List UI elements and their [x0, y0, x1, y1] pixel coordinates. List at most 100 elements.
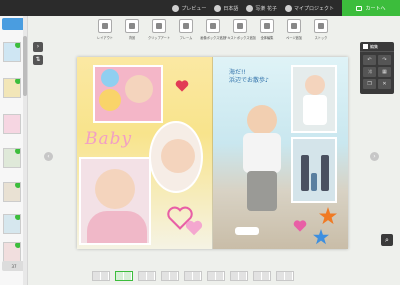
check-badge-icon	[15, 215, 20, 220]
swap-icon[interactable]: ⇅	[33, 55, 43, 65]
baby-title-text[interactable]: Baby	[85, 129, 132, 149]
check-badge-icon	[15, 79, 20, 84]
tool-frame[interactable]: フレーム	[173, 17, 199, 45]
sidebar-scrollbar[interactable]	[23, 16, 27, 285]
child-pants	[247, 171, 277, 211]
delete-button[interactable]: ✕	[378, 79, 391, 89]
user-menu[interactable]: 写楽 花子	[246, 4, 277, 12]
frame-icon	[179, 19, 193, 33]
spread-thumbnail[interactable]	[276, 271, 294, 281]
caption-line: 海だ!!	[229, 69, 246, 76]
photo-frame[interactable]	[93, 65, 163, 123]
page-thumbnail[interactable]	[3, 242, 21, 262]
stock-icon	[314, 19, 328, 33]
sidebar-toggle-controls: › ⇅	[33, 42, 43, 68]
page-thumbnail[interactable]	[3, 114, 21, 134]
child-shirt	[303, 95, 327, 125]
user-label: 写楽 花子	[255, 5, 277, 12]
right-page[interactable]: 海だ!! 浜辺でお散歩♪	[213, 57, 348, 249]
copy-button[interactable]: ❐	[363, 79, 376, 89]
tool-label: クリップアート	[147, 36, 171, 40]
spread-thumbnail[interactable]	[184, 271, 202, 281]
prev-page-arrow[interactable]: ‹	[44, 152, 53, 161]
check-badge-icon	[15, 243, 20, 248]
scrollbar-knob[interactable]	[23, 36, 27, 96]
tool-add-image[interactable]: 画像ボックス追加	[200, 17, 226, 45]
star-icon	[319, 207, 337, 225]
help-icon	[284, 4, 292, 12]
zoom-button[interactable]: ⌕	[381, 234, 393, 246]
page-thumbnail[interactable]	[3, 148, 21, 168]
album-spread: Baby 海だ!! 浜辺でお散歩♪	[77, 57, 348, 249]
child-figure	[311, 173, 317, 191]
page-count: 37	[11, 263, 17, 269]
check-badge-icon	[15, 43, 20, 48]
order-label: カートへ	[365, 5, 386, 12]
expand-icon[interactable]: ›	[33, 42, 43, 52]
tool-add-text[interactable]: テキストボックス追加	[224, 17, 256, 45]
heart-icon	[185, 220, 203, 236]
tool-bar: レイアウト 背景 クリップアート フレーム 画像ボックス追加 テキストボックス追…	[92, 17, 336, 45]
add-text-icon	[233, 19, 247, 33]
photo-frame[interactable]	[291, 65, 337, 133]
spread-thumbnail[interactable]	[92, 271, 110, 281]
next-page-arrow[interactable]: ›	[370, 152, 379, 161]
tool-background[interactable]: 背景	[119, 17, 145, 45]
tool-edit-all[interactable]: 全体編集	[254, 17, 280, 45]
baby-outfit	[87, 211, 147, 243]
edit-all-icon	[260, 19, 274, 33]
photo-frame[interactable]	[79, 157, 151, 245]
child-face	[305, 75, 325, 95]
child-shirt	[243, 133, 281, 173]
spread-thumbnail[interactable]	[230, 271, 248, 281]
balloon	[99, 89, 121, 111]
adult-figure	[321, 155, 329, 191]
balloon	[101, 69, 119, 87]
edit-panel-title: 編集	[370, 43, 378, 49]
undo-button[interactable]: ↶	[363, 55, 376, 65]
spread-thumbnail[interactable]	[253, 271, 271, 281]
order-button[interactable]: カートへ	[342, 0, 400, 16]
spread-thumbnail[interactable]	[161, 271, 179, 281]
preview-button[interactable]: プレビュー	[172, 4, 206, 12]
spread-thumbnail[interactable]	[207, 271, 225, 281]
shuffle-button[interactable]: ⤨	[363, 67, 376, 77]
top-bar: プレビュー 日本語 写楽 花子 マイプロジェクト カートへ	[0, 0, 400, 16]
redo-button[interactable]: ↷	[378, 55, 391, 65]
photo-frame-oval[interactable]	[149, 121, 203, 193]
tool-stock[interactable]: ストック	[308, 17, 334, 45]
mypage-link[interactable]: マイプロジェクト	[284, 4, 334, 12]
page-thumbnail[interactable]	[3, 42, 21, 62]
edit-panel-header: 編集	[360, 42, 394, 52]
photo-frame[interactable]	[291, 137, 337, 203]
add-image-icon	[206, 19, 220, 33]
spread-thumbnail[interactable]	[138, 271, 156, 281]
language-selector[interactable]: 日本語	[214, 4, 239, 12]
page-thumbnail[interactable]	[3, 182, 21, 202]
tool-add-page[interactable]: ページ追加	[281, 17, 307, 45]
edit-panel: 編集 ↶ ↷ ⤨ ▦ ❐ ✕	[360, 42, 394, 94]
spread-thumbnail-active[interactable]	[115, 271, 133, 281]
heart-icon	[293, 220, 307, 232]
globe-icon	[214, 4, 222, 12]
grid-button[interactable]: ▦	[378, 67, 391, 77]
adult-figure	[301, 155, 309, 191]
caption-text[interactable]: 海だ!! 浜辺でお散歩♪	[229, 69, 299, 85]
baby-face	[95, 169, 135, 209]
background-icon	[125, 19, 139, 33]
tool-clipart[interactable]: クリップアート	[146, 17, 172, 45]
tool-layout[interactable]: レイアウト	[92, 17, 118, 45]
edit-panel-actions: ↶ ↷ ⤨ ▦ ❐ ✕	[360, 52, 394, 92]
caption-line: 浜辺でお散歩♪	[229, 77, 269, 84]
baby-face	[125, 75, 153, 103]
page-thumbnail[interactable]	[3, 78, 21, 98]
eye-icon	[172, 4, 180, 12]
page-thumbnail[interactable]	[3, 214, 21, 234]
left-page[interactable]: Baby	[77, 57, 213, 249]
language-label: 日本語	[223, 5, 239, 12]
child-shoes	[235, 227, 259, 235]
tool-label: 背景	[128, 36, 136, 40]
baby-face	[161, 139, 195, 173]
page-sidebar: 37	[0, 16, 28, 285]
tool-label: ストック	[314, 36, 328, 40]
